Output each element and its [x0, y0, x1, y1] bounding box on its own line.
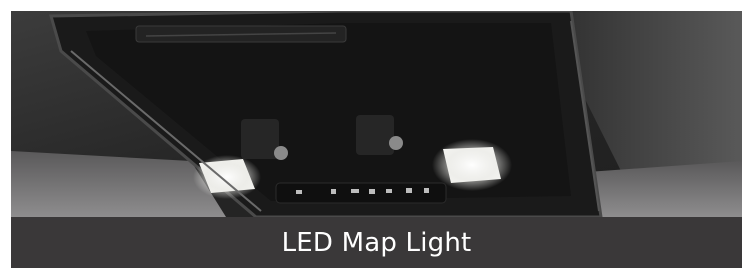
- overhead-console-photo: [11, 11, 742, 217]
- caption-bar: LED Map Light: [11, 217, 742, 268]
- product-card[interactable]: LED Map Light: [11, 11, 742, 268]
- caption-text: LED Map Light: [281, 227, 472, 258]
